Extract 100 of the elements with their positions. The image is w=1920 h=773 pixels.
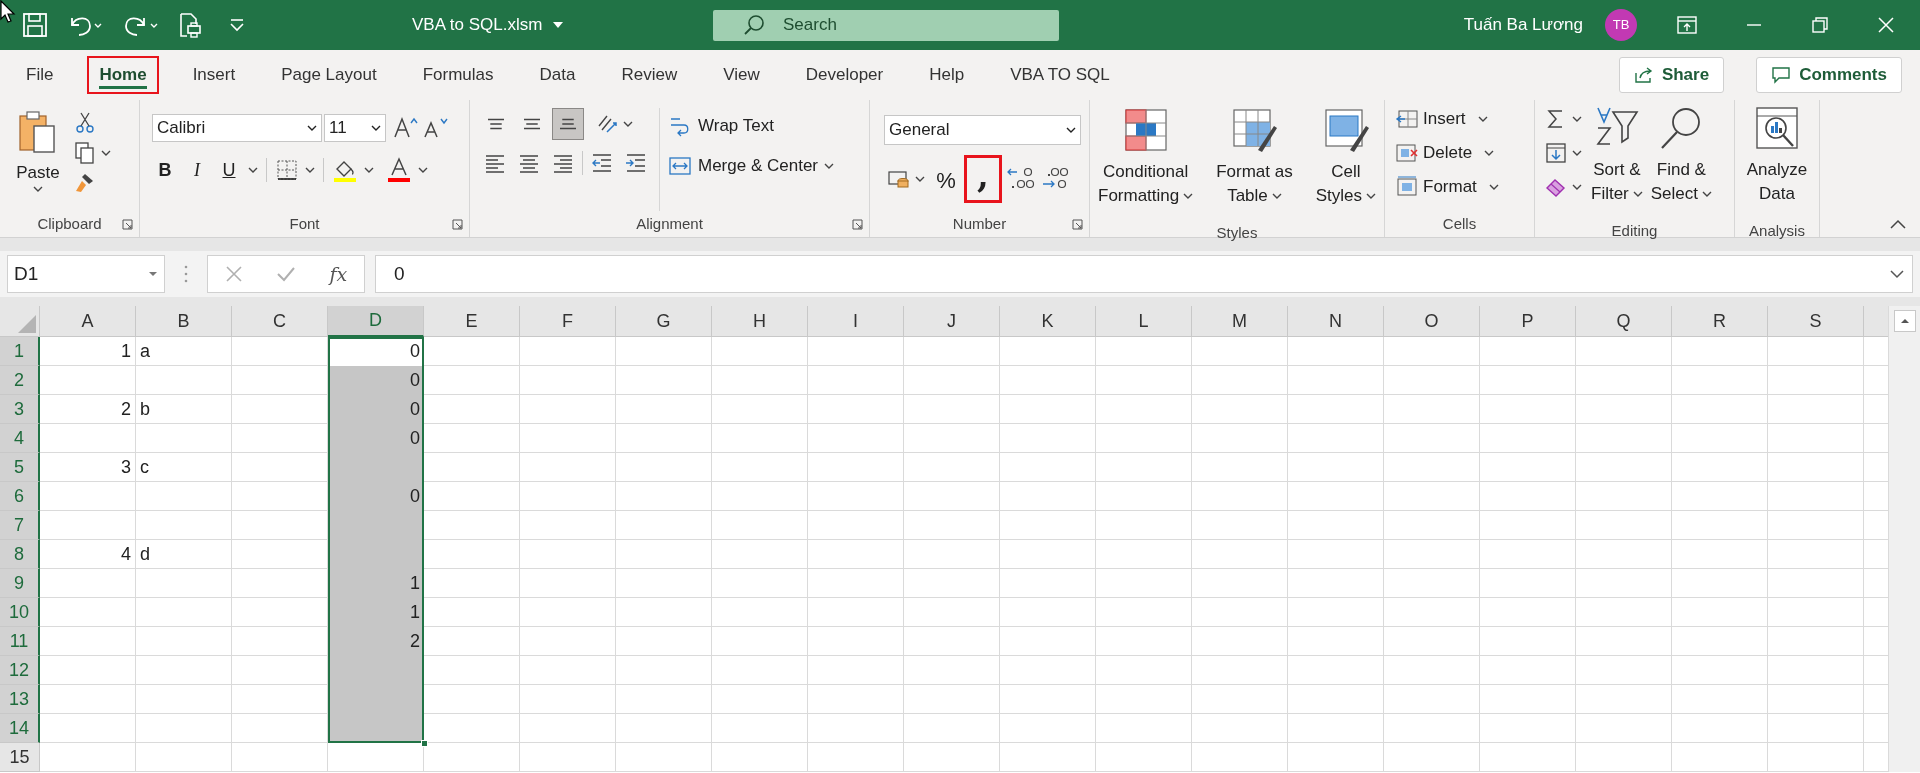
ribbon-display-icon[interactable] — [1677, 16, 1697, 34]
dialog-launcher-icon[interactable] — [852, 219, 863, 230]
number-format-field[interactable]: General — [884, 115, 1081, 145]
caret-icon[interactable] — [364, 167, 374, 173]
insert-function-button[interactable]: fx — [329, 259, 348, 289]
caret-icon[interactable] — [305, 167, 315, 173]
ribbon-tab[interactable]: Home — [87, 56, 159, 94]
row-header[interactable]: 2 — [0, 366, 40, 395]
caret-icon[interactable] — [101, 150, 111, 156]
caret-icon[interactable] — [1271, 193, 1282, 199]
row-header[interactable]: 13 — [0, 685, 40, 714]
ribbon-tab[interactable]: File — [14, 56, 66, 94]
column-header[interactable]: D — [328, 306, 424, 337]
share-button[interactable]: Share — [1618, 57, 1725, 93]
column-header[interactable]: G — [616, 306, 712, 337]
underline-button[interactable]: U — [216, 156, 242, 184]
customize-toolbar-icon[interactable] — [228, 18, 246, 32]
conditional-formatting-button[interactable]: Conditional Formatting — [1098, 104, 1194, 222]
comma-style-button[interactable]: , — [964, 155, 1002, 203]
column-header[interactable]: F — [520, 306, 616, 337]
ribbon-tab[interactable]: Help — [917, 56, 977, 94]
close-icon[interactable] — [1877, 16, 1895, 34]
caret-icon[interactable] — [1572, 184, 1582, 190]
row-header[interactable]: 5 — [0, 453, 40, 482]
caret-icon[interactable] — [33, 185, 43, 192]
row-header[interactable]: 4 — [0, 424, 40, 453]
caret-icon[interactable] — [1477, 116, 1488, 122]
caret-icon[interactable] — [418, 167, 428, 173]
column-header[interactable]: N — [1288, 306, 1384, 337]
formula-input[interactable]: 0 — [375, 255, 1913, 293]
caret-icon[interactable] — [623, 121, 633, 127]
ribbon-tab[interactable]: Page Layout — [269, 56, 389, 94]
ribbon-tab[interactable]: Insert — [180, 56, 248, 94]
ribbon-tab[interactable]: VBA TO SQL — [998, 56, 1122, 94]
user-avatar[interactable]: TB — [1605, 9, 1637, 41]
column-header[interactable]: M — [1192, 306, 1288, 337]
collapse-ribbon-icon[interactable] — [1890, 219, 1906, 229]
dialog-launcher-icon[interactable] — [1072, 219, 1083, 230]
ribbon-tab[interactable]: Developer — [793, 56, 896, 94]
caret-icon[interactable] — [1366, 193, 1376, 199]
ribbon-tab[interactable]: Data — [527, 56, 588, 94]
expand-formula-icon[interactable] — [1890, 269, 1904, 279]
row-header[interactable]: 12 — [0, 656, 40, 685]
insert-cells-button[interactable]: Insert — [1395, 102, 1524, 136]
search-field[interactable]: Search — [713, 9, 1059, 41]
bottom-align-button[interactable] — [552, 108, 584, 140]
column-header[interactable]: I — [808, 306, 904, 337]
ribbon-tab[interactable]: View — [711, 56, 772, 94]
caret-icon[interactable] — [1572, 150, 1582, 156]
caret-icon[interactable] — [307, 125, 317, 131]
scroll-up-button[interactable] — [1893, 310, 1916, 332]
row-header[interactable]: 6 — [0, 482, 40, 511]
percent-style-button[interactable]: % — [932, 164, 960, 194]
caret-icon[interactable] — [1488, 184, 1499, 190]
print-preview-icon[interactable] — [178, 12, 202, 38]
column-header[interactable]: H — [712, 306, 808, 337]
column-header[interactable]: E — [424, 306, 520, 337]
format-cells-button[interactable]: Format — [1395, 170, 1524, 204]
analyze-data-button[interactable]: Analyze Data — [1746, 102, 1808, 220]
sort-filter-button[interactable]: Sort & Filter — [1589, 102, 1645, 220]
wrap-text-button[interactable]: Wrap Text — [668, 110, 834, 142]
column-header[interactable]: Q — [1576, 306, 1672, 337]
bold-button[interactable]: B — [152, 156, 178, 184]
row-header[interactable]: 8 — [0, 540, 40, 569]
column-header[interactable]: O — [1384, 306, 1480, 337]
row-header[interactable]: 14 — [0, 714, 40, 743]
column-header[interactable]: B — [136, 306, 232, 337]
font-color-icon[interactable] — [386, 157, 412, 183]
column-header[interactable]: S — [1768, 306, 1864, 337]
ribbon-tab[interactable]: Formulas — [410, 56, 506, 94]
row-header[interactable]: 11 — [0, 627, 40, 656]
ribbon-tab[interactable]: Review — [609, 56, 690, 94]
caret-icon[interactable] — [1702, 191, 1713, 197]
font-name-field[interactable]: Calibri — [152, 114, 322, 142]
merge-center-button[interactable]: Merge & Center — [668, 150, 834, 182]
borders-icon[interactable] — [275, 158, 299, 182]
column-header[interactable]: R — [1672, 306, 1768, 337]
row-header[interactable]: 7 — [0, 511, 40, 540]
italic-button[interactable]: I — [184, 156, 210, 184]
name-box[interactable]: D1 — [7, 255, 165, 293]
comments-button[interactable]: Comments — [1756, 57, 1902, 93]
caret-icon[interactable] — [1066, 127, 1076, 133]
row-header[interactable]: 1 — [0, 337, 40, 366]
column-header[interactable]: P — [1480, 306, 1576, 337]
fill-handle[interactable] — [421, 740, 428, 747]
column-header[interactable]: A — [40, 306, 136, 337]
caret-icon[interactable] — [915, 176, 925, 182]
row-header[interactable]: 9 — [0, 569, 40, 598]
save-icon[interactable] — [22, 12, 48, 38]
delete-cells-button[interactable]: Delete — [1395, 136, 1524, 170]
caret-icon[interactable] — [1632, 191, 1643, 197]
cell-styles-button[interactable]: Cell Styles — [1315, 104, 1376, 222]
caret-icon[interactable] — [824, 163, 834, 169]
dialog-launcher-icon[interactable] — [452, 219, 463, 230]
caret-icon[interactable] — [248, 167, 258, 173]
caret-icon[interactable] — [1484, 150, 1495, 156]
row-header[interactable]: 3 — [0, 395, 40, 424]
find-select-button[interactable]: Find & Select — [1648, 102, 1715, 220]
font-size-field[interactable]: 11 — [324, 114, 386, 142]
caret-icon[interactable] — [371, 125, 381, 131]
